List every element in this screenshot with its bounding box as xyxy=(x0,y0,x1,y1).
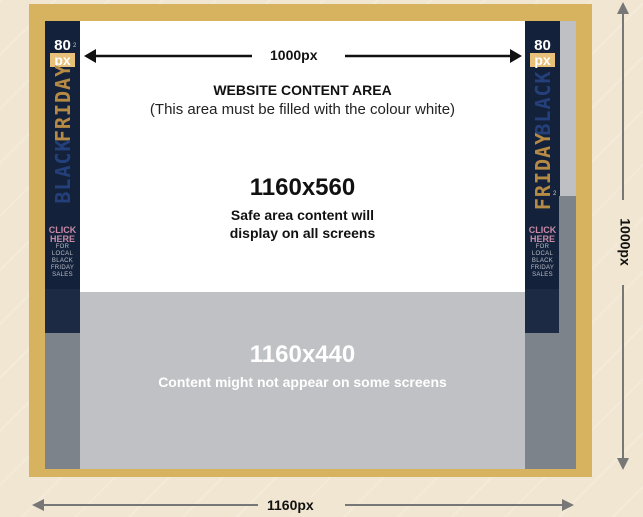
safe-area-dimensions: 1160x560 xyxy=(249,174,356,201)
unsafe-area-note: Content might not appear on some screens xyxy=(158,374,447,390)
content-area-subtitle: (This area must be filled with the colou… xyxy=(149,101,456,118)
unsafe-area-dimensions: 1160x440 xyxy=(249,341,356,368)
safe-area-line-2: display on all screens xyxy=(229,225,376,241)
safe-area-line-1: Safe area content will xyxy=(230,207,375,223)
outer-width-label: 1160px xyxy=(267,497,314,513)
height-label: 1000px xyxy=(617,218,634,266)
inner-width-label: 1000px xyxy=(270,47,318,63)
dimension-arrows xyxy=(32,2,629,511)
content-area-title: WEBSITE CONTENT AREA xyxy=(213,82,392,98)
